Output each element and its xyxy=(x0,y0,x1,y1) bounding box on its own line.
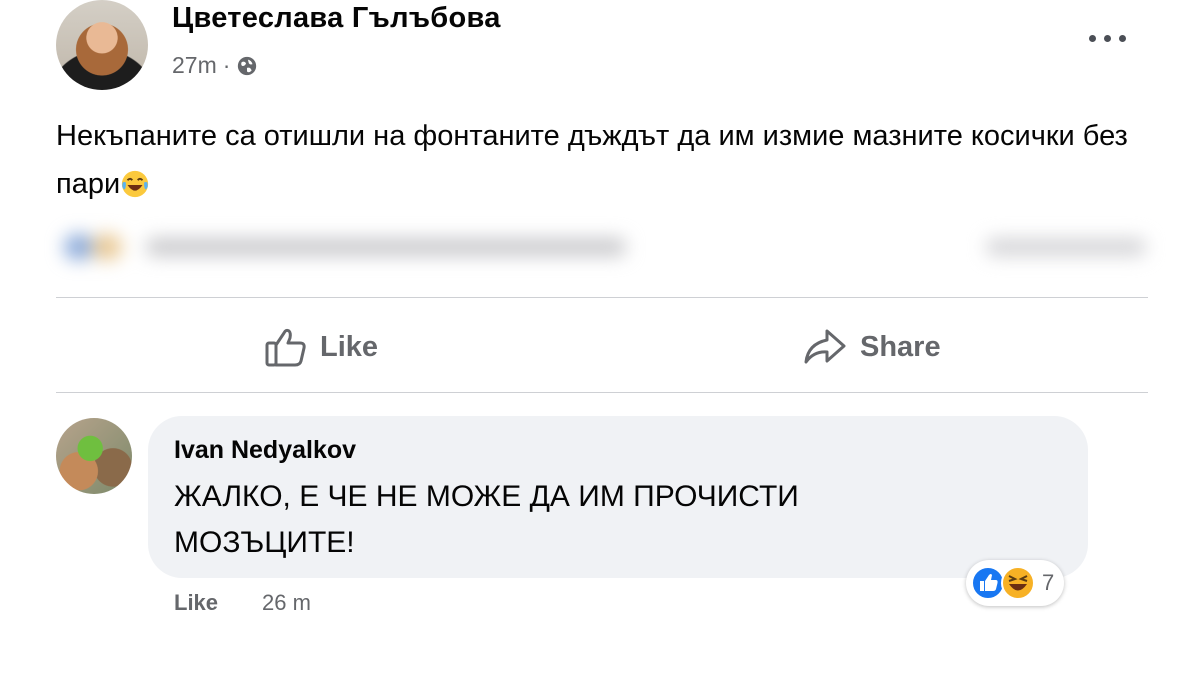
thumbs-up-icon xyxy=(265,328,306,367)
post-meta: 27m · xyxy=(172,52,258,79)
comment-like-button[interactable]: Like xyxy=(174,590,218,616)
divider-top xyxy=(56,297,1148,298)
haha-reaction-icon xyxy=(1001,566,1035,600)
meta-separator: · xyxy=(222,52,231,78)
like-label: Like xyxy=(320,330,379,363)
comment-reactions[interactable]: 7 xyxy=(966,560,1065,606)
laughing-tears-emoji-icon xyxy=(122,170,149,198)
commenter-avatar[interactable] xyxy=(56,418,132,494)
comment-time[interactable]: 26 m xyxy=(262,590,311,616)
post-body: Некъпаните са отишли на фонтаните дъждът… xyxy=(56,112,1166,208)
share-button[interactable]: Share xyxy=(802,322,941,372)
share-label: Share xyxy=(860,330,941,363)
divider-bottom xyxy=(56,392,1148,393)
post-author-name[interactable]: Цветеслава Гълъбова xyxy=(172,2,501,35)
facebook-post: Цветеслава Гълъбова 27m · Некъпаните са … xyxy=(0,0,1200,675)
share-arrow-icon xyxy=(804,329,846,364)
like-button[interactable]: Like xyxy=(264,322,378,372)
blurred-reaction-summary xyxy=(56,216,1166,274)
comment-author-name[interactable]: Ivan Nedyalkov xyxy=(174,436,356,465)
post-time[interactable]: 27m xyxy=(172,52,217,79)
author-avatar[interactable] xyxy=(56,0,148,90)
comment-text: ЖАЛКО, Е ЧЕ НЕ МОЖЕ ДА ИМ ПРОЧИСТИ МОЗЪЦ… xyxy=(174,480,799,559)
globe-icon xyxy=(238,56,257,75)
post-text: Некъпаните са отишли на фонтаните дъждът… xyxy=(56,120,1128,200)
more-options-icon[interactable] xyxy=(1085,28,1131,50)
reaction-count: 7 xyxy=(1042,570,1055,595)
